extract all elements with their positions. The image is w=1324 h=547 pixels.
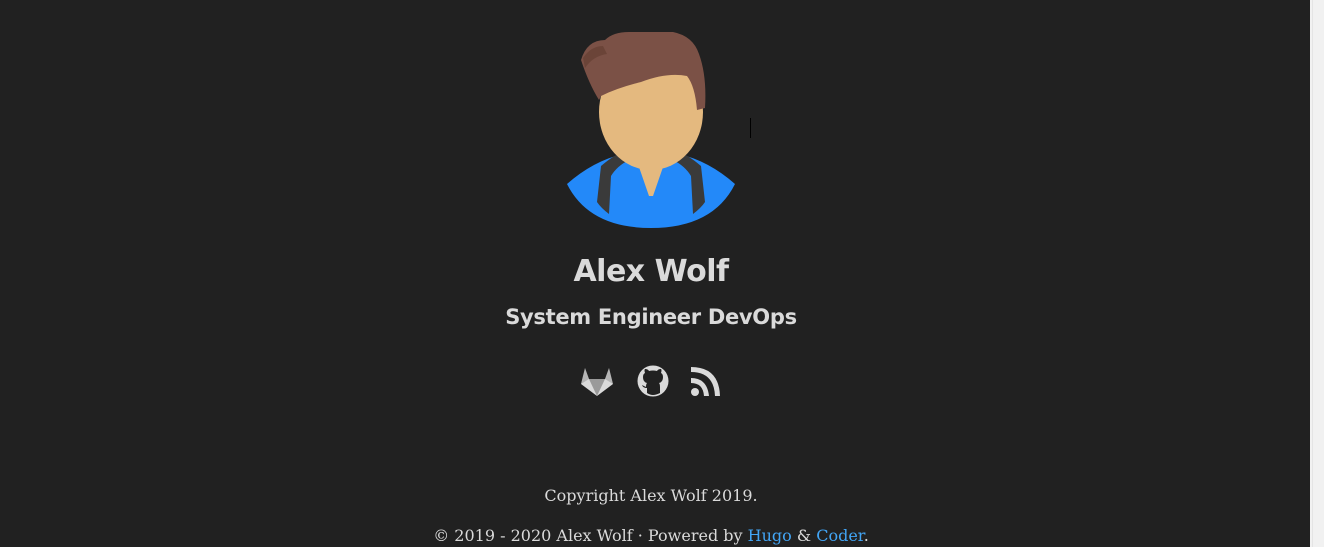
page: Alex Wolf System Engineer DevOps Copyrig…	[0, 0, 1310, 547]
gitlab-link[interactable]	[579, 364, 615, 398]
footer-end: .	[863, 526, 869, 545]
rss-link[interactable]	[689, 364, 725, 398]
profile-name: Alex Wolf	[573, 254, 729, 289]
scrollbar-thumb[interactable]	[1312, 0, 1322, 547]
footer-and: &	[791, 526, 817, 545]
github-icon	[637, 365, 669, 397]
rss-icon	[691, 367, 720, 396]
coder-link[interactable]: Coder	[816, 526, 863, 545]
scrollbar[interactable]	[1310, 0, 1324, 547]
hugo-link[interactable]: Hugo	[748, 526, 792, 545]
gitlab-icon	[581, 368, 613, 396]
profile-role: System Engineer DevOps	[505, 305, 797, 329]
text-cursor	[750, 118, 751, 138]
avatar	[567, 32, 735, 228]
copyright-text: Copyright Alex Wolf 2019.	[544, 486, 758, 505]
footer-years: © 2019 - 2020 Alex Wolf · Powered by	[433, 526, 748, 545]
footer: © 2019 - 2020 Alex Wolf · Powered by Hug…	[0, 525, 1302, 547]
github-link[interactable]	[635, 364, 671, 398]
social-links	[579, 364, 729, 398]
